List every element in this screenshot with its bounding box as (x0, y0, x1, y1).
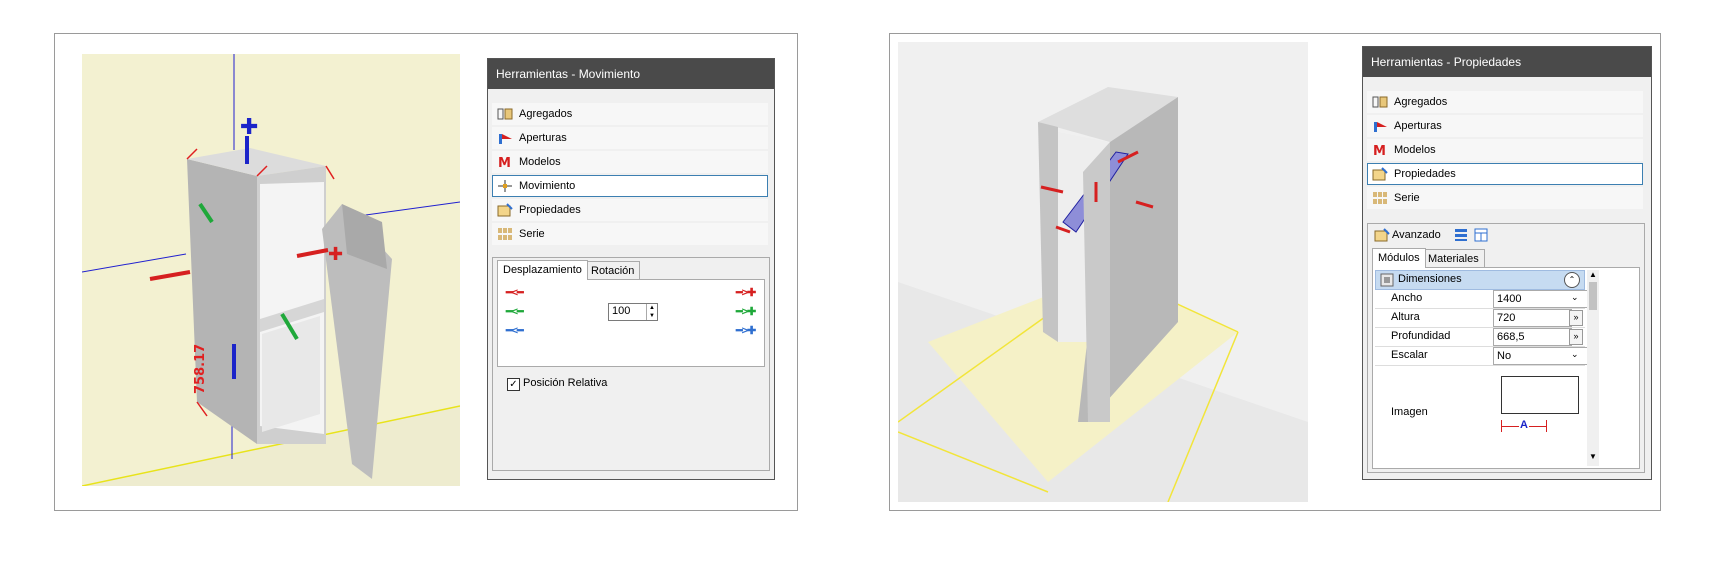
module-preview-image (1501, 376, 1579, 414)
profundidad-field[interactable]: 668,5 (1493, 328, 1572, 346)
svg-text:✚: ✚ (240, 115, 258, 140)
chevron-down-icon[interactable]: ⌄ (1571, 292, 1579, 303)
collapse-icon[interactable]: ⌃ (1564, 272, 1580, 288)
stepper-buttons[interactable]: ▲ ▼ (646, 304, 657, 320)
aperturas-icon (1372, 119, 1388, 133)
panel-title: Herramientas - Propiedades (1363, 47, 1651, 77)
tools-panel-movimiento: Herramientas - Movimiento Agregados Aper… (487, 58, 775, 480)
aperturas-icon (497, 131, 513, 145)
profundidad-more-button[interactable]: » (1569, 329, 1583, 345)
property-grid: Ancho 1400 ⌄ Altura 720 » Profundidad 66… (1375, 290, 1588, 468)
modelos-icon: M (1372, 143, 1388, 159)
svg-text:M: M (1373, 144, 1386, 157)
property-scrollbar[interactable]: ▲ ▼ (1587, 270, 1599, 466)
serie-icon (497, 227, 513, 241)
menu-item-modelos[interactable]: M Modelos (1367, 139, 1643, 161)
altura-more-button[interactable]: » (1569, 310, 1583, 326)
menu-item-aperturas[interactable]: Aperturas (492, 127, 768, 149)
property-row-ancho: Ancho 1400 ⌄ (1375, 290, 1588, 309)
step-input[interactable]: 100 ▲ ▼ (608, 303, 658, 321)
menu-item-propiedades[interactable]: Propiedades (492, 199, 768, 221)
dimension-label: 758.17 (193, 344, 208, 394)
property-row-imagen: Imagen A (1375, 368, 1585, 468)
movimiento-icon (497, 179, 513, 193)
dimensiones-section-header[interactable]: Dimensiones ⌃ (1375, 270, 1585, 290)
property-row-escalar: Escalar No ⌄ (1375, 347, 1588, 366)
properties-box: Avanzado Módulos Materiales Dimensiones … (1367, 223, 1645, 473)
menu-item-movimiento[interactable]: Movimiento (492, 175, 768, 197)
serie-icon (1372, 191, 1388, 205)
panel-title: Herramientas - Movimiento (488, 59, 774, 89)
menu-item-serie[interactable]: Serie (1367, 187, 1643, 209)
tools-panel-propiedades: Herramientas - Propiedades Agregados Ape… (1362, 46, 1652, 480)
menu-item-aperturas[interactable]: Aperturas (1367, 115, 1643, 137)
move-z-negative-button[interactable]: ━<━ (506, 324, 524, 337)
tab-desplazamiento[interactable]: Desplazamiento (497, 260, 588, 280)
scroll-up-icon[interactable]: ▲ (1589, 270, 1597, 279)
left-screenshot-frame: ✚ ✚ 758.17 Herramientas - Movimiento Agr… (54, 33, 798, 511)
list-view-icon[interactable] (1454, 228, 1468, 242)
left-3d-viewport[interactable]: ✚ ✚ 758.17 (82, 54, 460, 486)
propiedades-icon (1372, 167, 1388, 181)
tab-modulos[interactable]: Módulos (1372, 248, 1426, 268)
desplazamiento-tab-body: ━<━ ━<━ ━<━ ━>✚ ━>✚ ━>✚ 100 ▲ ▼ (497, 279, 765, 367)
avanzado-label[interactable]: Avanzado (1392, 229, 1441, 241)
dimensiones-icon (1380, 273, 1394, 290)
menu-item-modelos[interactable]: M Modelos (492, 151, 768, 173)
agregados-icon (1372, 95, 1388, 109)
move-z-positive-button[interactable]: ━>✚ (736, 324, 756, 337)
tab-materiales[interactable]: Materiales (1422, 249, 1485, 268)
tab-rotacion[interactable]: Rotación (585, 261, 641, 280)
right-screenshot-frame: Herramientas - Propiedades Agregados Ape… (889, 33, 1661, 511)
scroll-thumb[interactable] (1589, 282, 1597, 310)
right-3d-viewport[interactable] (898, 42, 1308, 502)
posicion-relativa-checkbox[interactable]: ✓ (507, 378, 520, 391)
agregados-icon (497, 107, 513, 121)
altura-field[interactable]: 720 (1493, 309, 1572, 327)
menu-item-agregados[interactable]: Agregados (1367, 91, 1643, 113)
menu-item-serie[interactable]: Serie (492, 223, 768, 245)
move-y-negative-button[interactable]: ━<━ (506, 305, 524, 318)
menu-item-agregados[interactable]: Agregados (492, 103, 768, 125)
preview-dimension-line: A (1501, 419, 1547, 432)
move-x-positive-button[interactable]: ━>✚ (736, 286, 756, 299)
modulos-tab-body: Dimensiones ⌃ Ancho 1400 ⌄ Altura 720 » (1372, 267, 1640, 469)
scroll-down-icon[interactable]: ▼ (1589, 452, 1597, 461)
propiedades-icon (497, 203, 513, 217)
svg-text:✚: ✚ (328, 244, 343, 265)
avanzado-icon[interactable] (1374, 228, 1390, 242)
chevron-down-icon[interactable]: ⌄ (1571, 349, 1579, 360)
property-row-profundidad: Profundidad 668,5 » (1375, 328, 1585, 347)
modelos-icon: M (497, 155, 513, 171)
movement-options-box: Desplazamiento Rotación ━<━ ━<━ ━<━ ━>✚ … (492, 257, 770, 471)
menu-item-propiedades[interactable]: Propiedades (1367, 163, 1643, 185)
move-y-positive-button[interactable]: ━>✚ (736, 305, 756, 318)
grid-view-icon[interactable] (1474, 228, 1488, 242)
posicion-relativa-label: Posición Relativa (523, 377, 608, 389)
property-row-altura: Altura 720 » (1375, 309, 1585, 328)
svg-text:M: M (498, 156, 511, 169)
move-x-negative-button[interactable]: ━<━ (506, 286, 524, 299)
